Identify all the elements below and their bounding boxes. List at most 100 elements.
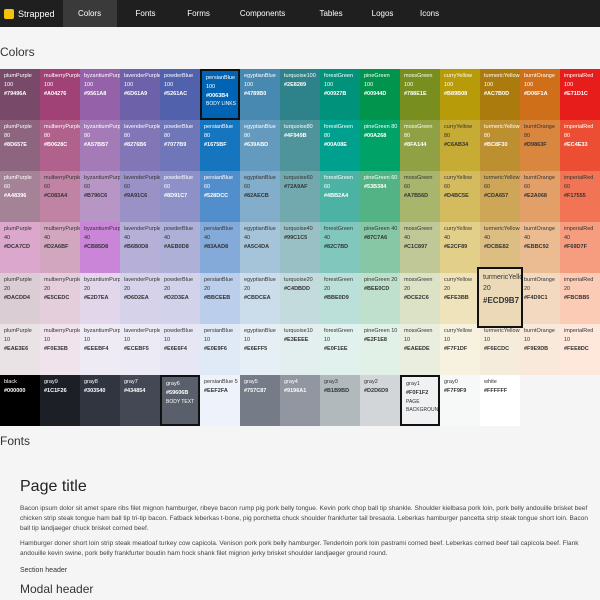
color-swatch: turmericYellow 60 #CDA657 bbox=[480, 171, 520, 222]
swatch-name: persianBlue 60 bbox=[204, 175, 234, 190]
color-swatch: curryYellow 10 #F7F1DF bbox=[440, 324, 480, 375]
swatch-name: persianBlue 80 bbox=[204, 124, 234, 139]
swatch-name: turquoise40 bbox=[284, 226, 313, 232]
color-swatch: pineGreen 60 #53B384 bbox=[360, 171, 400, 222]
swatch-hex: #0063B4 bbox=[206, 92, 229, 99]
swatch-name: burntOrange 80 bbox=[524, 124, 555, 139]
swatch-name: forestGreen 60 bbox=[324, 175, 354, 190]
swatch-hex: #00944D bbox=[364, 90, 387, 97]
nav-item-colors[interactable]: Colors bbox=[62, 0, 117, 27]
swatch-name: imperialRed 100 bbox=[564, 73, 594, 88]
swatch-hex: #FEE8DC bbox=[564, 345, 589, 352]
swatch-name: plumPurple 100 bbox=[4, 73, 32, 88]
nav-item-fonts[interactable]: Fonts bbox=[117, 0, 175, 27]
swatch-name: burntOrange 60 bbox=[524, 175, 555, 190]
color-swatch: mulberryPurple 60 #C083A4 bbox=[40, 171, 80, 222]
swatch-hex: #B1B9BD bbox=[324, 387, 350, 394]
color-swatch: gray5 #757C87 bbox=[240, 375, 280, 426]
color-swatch: imperialRed 100 #E71D1C bbox=[560, 69, 600, 120]
color-swatch: powderBlue 40 #AEB0D8 bbox=[160, 222, 200, 273]
color-swatch: mossGreen 20 #DCE2C6 bbox=[400, 273, 440, 324]
swatch-name: pineGreen 100 bbox=[364, 73, 390, 88]
swatch-name: plumPurple 20 bbox=[4, 277, 32, 292]
color-swatch: curryYellow 60 #D4BC5E bbox=[440, 171, 480, 222]
color-swatch: persianBlue 10 #E0E9F6 bbox=[200, 324, 240, 375]
swatch-hex: #53B384 bbox=[364, 183, 387, 190]
color-swatch: burntOrange 100 #D06F1A bbox=[520, 69, 560, 120]
swatch-hex: #FBCBB5 bbox=[564, 294, 590, 301]
color-swatch: egyptianBlue 10 #E6EFF5 bbox=[240, 324, 280, 375]
nav-item-icons[interactable]: Icons bbox=[406, 0, 454, 27]
color-swatch: powderBlue 10 #E6E6F4 bbox=[160, 324, 200, 375]
color-swatch: lavenderPurple 100 #6D61A9 bbox=[120, 69, 160, 120]
swatch-name: egyptianBlue 40 bbox=[244, 226, 276, 241]
swatch-name: forestGreen 20 bbox=[324, 277, 354, 292]
swatch-name: turquoise20 bbox=[284, 277, 313, 283]
swatch-name: mulberryPurple 80 bbox=[44, 124, 80, 139]
swatch-name: curryYellow 60 bbox=[444, 175, 472, 190]
nav-item-forms[interactable]: Forms bbox=[175, 0, 223, 27]
swatch-hex: #D4BC5E bbox=[444, 192, 469, 199]
color-swatch: turmericYellow 100 #AC7B0D bbox=[480, 69, 520, 120]
swatch-usage: PAGE BACKGROUND bbox=[406, 398, 440, 414]
swatch-hex: #000000 bbox=[4, 387, 26, 394]
color-swatch: forestGreen 10 #E0F1EE bbox=[320, 324, 360, 375]
color-swatch: persianBlue 80 #1675BF bbox=[200, 120, 240, 171]
modal-header: Modal header bbox=[20, 582, 94, 596]
swatch-usage: BODY TEXT bbox=[166, 398, 195, 405]
color-swatch: lavenderPurple 10 #ECEBF5 bbox=[120, 324, 160, 375]
color-swatch: turquoise10 #E3EEEE bbox=[280, 324, 320, 375]
color-swatch: black #000000 bbox=[0, 375, 40, 426]
swatch-hex: #BC8F30 bbox=[484, 141, 508, 148]
nav-item-tables[interactable]: Tables bbox=[303, 0, 360, 27]
color-swatch: gray2 #D2D6D9 bbox=[360, 375, 400, 426]
color-swatch: gray7 #434854 bbox=[120, 375, 160, 426]
nav-item-logos[interactable]: Logos bbox=[360, 0, 406, 27]
swatch-name: lavenderPurple 10 bbox=[124, 328, 160, 343]
swatch-name: mossGreen 40 bbox=[404, 226, 433, 241]
color-swatch: imperialRed 80 #EC4E33 bbox=[560, 120, 600, 171]
swatch-name: byzantiumPurple 60 bbox=[84, 175, 120, 190]
color-swatch: mossGreen 60 #A7B56D bbox=[400, 171, 440, 222]
swatch-hex: #A5C4DA bbox=[244, 243, 270, 250]
swatch-hex: #72A9AF bbox=[284, 183, 308, 190]
swatch-name: turmericYellow 40 bbox=[484, 226, 520, 241]
swatch-name: curryYellow 80 bbox=[444, 124, 472, 139]
swatch-hex: #6D61A9 bbox=[124, 90, 148, 97]
swatch-name: turmericYellow 80 bbox=[484, 124, 520, 139]
swatch-hex: #E6E6F4 bbox=[164, 345, 187, 352]
swatch-name: lavenderPurple 40 bbox=[124, 226, 160, 241]
swatch-hex: #D2A6BF bbox=[44, 243, 69, 250]
nav-item-components[interactable]: Components bbox=[223, 0, 303, 27]
swatch-hex: #DCA7CD bbox=[4, 243, 30, 250]
swatch-name: gray2 bbox=[364, 379, 378, 385]
swatch-name: turmericYellow 60 bbox=[484, 175, 520, 190]
brand[interactable]: Strapped bbox=[0, 0, 63, 27]
color-swatch: pineGreen 20 #BEE0CD bbox=[360, 273, 400, 324]
swatch-hex: #82C7BD bbox=[324, 243, 349, 250]
swatch-name: persianBlue 40 bbox=[204, 226, 234, 241]
swatch-hex: #8D657E bbox=[4, 141, 27, 148]
swatch-name: gray3 bbox=[324, 379, 338, 385]
swatch-name: forestGreen 10 bbox=[324, 328, 354, 343]
swatch-name: gray7 bbox=[124, 379, 138, 385]
swatch-hex: #EAEEDE bbox=[404, 345, 430, 352]
color-swatch: mulberryPurple 20 #E5CEDC bbox=[40, 273, 80, 324]
swatch-name: imperialRed 40 bbox=[564, 226, 594, 241]
swatch-hex: #434854 bbox=[124, 387, 146, 394]
swatch-hex: #1C1F26 bbox=[44, 387, 67, 394]
swatch-hex: #D2D6D9 bbox=[364, 387, 389, 394]
swatch-name: mossGreen 80 bbox=[404, 124, 433, 139]
swatch-name: gray0 bbox=[444, 379, 458, 385]
color-swatch: pineGreen 80 #00A268 bbox=[360, 120, 400, 171]
colors-heading: Colors bbox=[0, 45, 35, 59]
swatch-hex: #A57BB7 bbox=[84, 141, 109, 148]
color-swatch: byzantiumPurple 100 #9561A8 bbox=[80, 69, 120, 120]
swatch-name: pineGreen 60 bbox=[364, 175, 398, 181]
swatch-hex: #E2A068 bbox=[524, 192, 547, 199]
swatch-name: imperialRed 10 bbox=[564, 328, 594, 343]
swatch-name: plumPurple 80 bbox=[4, 124, 32, 139]
color-swatch: turquoise20 #C4DBDD bbox=[280, 273, 320, 324]
color-swatch: gray0 #F7F9F9 bbox=[440, 375, 480, 426]
swatch-name: powderBlue 100 bbox=[164, 73, 194, 88]
